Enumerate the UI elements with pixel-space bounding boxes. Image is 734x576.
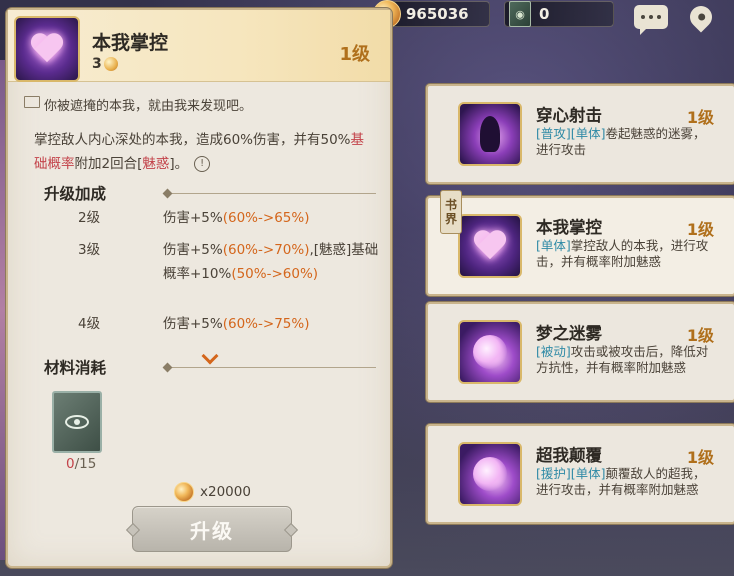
skill-card[interactable]: 梦之迷雾 1级 [被动]攻击或被攻击后，降低对方抗性，并有概率附加魅惑 [426,302,734,402]
section-divider [168,367,376,368]
skill-card-title: 本我掌控 [536,218,602,237]
demon-icon [475,116,505,152]
stack-coin-icon [103,57,118,71]
cost-amount: x20000 [200,484,251,500]
skill-icon [14,16,80,82]
heart-icon [473,231,507,261]
skillbook-counter[interactable]: ◉ 0 [504,1,614,27]
skill-card-level: 1级 [686,108,714,127]
skill-description: 掌控敌人内心深处的本我，造成60%伤害，并有50%基础概率附加2回合[魅惑]。! [34,132,365,172]
location-pin-icon [685,1,717,33]
chat-button[interactable] [634,2,668,35]
skill-list: 穿心射击 1级 [普攻][单体]卷起魅惑的迷雾，进行攻击 本我掌控 1级 [单体… [426,84,734,524]
skill-icon [458,214,522,278]
skill-card-desc: [援护][单体]颠覆敌人的超我，进行攻击，并有概率附加魅惑 [536,466,706,497]
gold-amount: 965036 [406,5,469,23]
skill-stack: 3 [92,56,118,72]
gold-counter[interactable]: ✦ 965036 [373,0,490,28]
upgrade-button[interactable]: 升级 [132,506,292,552]
flavor-text: 你被遮掩的本我，就由我来发现吧。 [44,99,253,114]
book-amount: 0 [539,5,550,23]
book-icon: ◉ [509,1,531,27]
material-count: 0/15 [66,456,97,472]
skill-icon [458,320,522,384]
skill-detail-header: 本我掌控 3 1级 [8,10,390,82]
shujie-tab[interactable]: 书界 [440,190,462,234]
section-divider [168,193,376,194]
upgrade-cost: x20000 [174,482,251,502]
open-book-icon [24,96,40,108]
skill-card-level: 1级 [686,448,714,467]
skill-icon [458,442,522,506]
stack-count: 3 [92,56,102,72]
skill-card-title: 超我颠覆 [536,446,602,465]
skill-icon [458,102,522,166]
skill-level: 1级 [339,44,370,65]
upgrade-section-title: 升级加成 [44,185,107,203]
material-section-title: 材料消耗 [44,359,107,377]
skill-title: 本我掌控 [92,32,169,54]
skill-card-level: 1级 [686,326,714,345]
chat-icon [634,5,668,35]
location-button[interactable] [684,1,718,33]
comet-icon [473,457,507,491]
comet-icon [473,335,507,369]
material-item[interactable] [52,391,102,453]
skill-card-desc: [被动]攻击或被攻击后，降低对方抗性，并有概率附加魅惑 [536,344,709,375]
skill-card[interactable]: 穿心射击 1级 [普攻][单体]卷起魅惑的迷雾，进行攻击 [426,84,734,184]
chevron-down-icon[interactable] [201,347,219,365]
eye-card-icon [65,415,89,429]
skill-card-selected[interactable]: 本我掌控 1级 [单体]掌控敌人的本我，进行攻击，并有概率附加魅惑 [426,196,734,296]
skill-card-title: 梦之迷雾 [536,324,602,343]
skill-card-desc: [单体]掌控敌人的本我，进行攻击，并有概率附加魅惑 [536,238,709,269]
info-icon[interactable]: ! [194,156,211,172]
skill-card[interactable]: 超我颠覆 1级 [援护][单体]颠覆敌人的超我，进行攻击，并有概率附加魅惑 [426,424,734,524]
coin-icon [174,482,194,502]
skill-card-level: 1级 [686,220,714,239]
skill-card-title: 穿心射击 [536,106,602,125]
skill-detail-panel: 本我掌控 3 1级 你被遮掩的本我，就由我来发现吧。 掌控敌人内心深处的本我，造… [6,8,392,568]
heart-icon [30,34,64,64]
skill-card-desc: [普攻][单体]卷起魅惑的迷雾，进行攻击 [536,126,706,157]
